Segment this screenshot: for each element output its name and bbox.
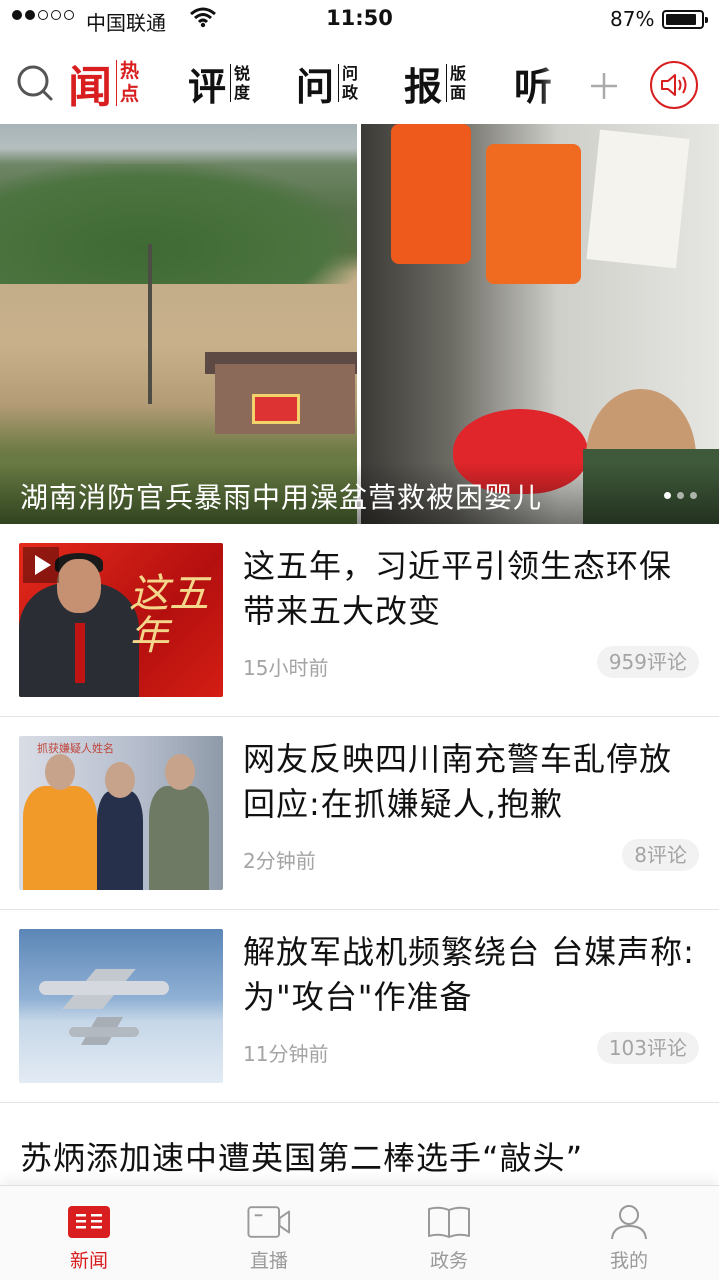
news-time: 15小时前 <box>243 656 329 680</box>
status-bar: 中国联通 11:50 87% <box>0 0 719 40</box>
tab-live[interactable]: 直播 <box>209 1186 329 1280</box>
tab-politics-sublabel: 问政 <box>338 64 358 102</box>
tab-news[interactable]: 新闻 <box>29 1186 149 1280</box>
news-thumbnail <box>19 929 223 1083</box>
pager-dot <box>677 492 684 499</box>
tab-newspaper[interactable]: 报 版面 <box>404 56 466 110</box>
speaker-icon <box>661 74 687 96</box>
tab-me[interactable]: 我的 <box>569 1186 689 1280</box>
news-title: 网友反映四川南充警车乱停放回应:在抓嫌疑人,抱歉 <box>243 740 673 823</box>
tab-government[interactable]: 政务 <box>389 1186 509 1280</box>
battery-percentage: 87% <box>610 7 655 31</box>
news-item[interactable]: 解放军战机频繁绕台 台媒声称:为"攻台"作准备 11分钟前 103评论 <box>0 910 719 1103</box>
tab-politics[interactable]: 问 问政 <box>296 56 358 110</box>
bottom-tab-bar: 新闻 直播 政务 我的 <box>0 1185 719 1280</box>
audio-button[interactable] <box>650 61 698 109</box>
carousel-pager <box>664 492 697 499</box>
thumbnail-banner: 抓获嫌疑人姓名 <box>37 742 114 755</box>
pager-dot <box>690 492 697 499</box>
tab-commentary[interactable]: 评 锐度 <box>188 56 250 110</box>
news-icon <box>67 1204 111 1240</box>
pager-dot <box>664 492 671 499</box>
thumbnail-calligraphy: 这五年 <box>129 571 209 659</box>
tab-hot-label: 闻 <box>68 62 112 113</box>
news-item[interactable]: 这五年 这五年，习近平引领生态环保带来五大改变 15小时前 959评论 <box>0 524 719 717</box>
news-title-partial[interactable]: 苏炳添加速中遭英国第二棒选手“敲头” <box>20 1133 710 1179</box>
comment-count[interactable]: 103评论 <box>596 1032 699 1064</box>
tab-live-label: 直播 <box>249 1250 288 1272</box>
add-channel-icon[interactable] <box>588 70 620 102</box>
tab-hot-sublabel: 热点 <box>116 60 139 106</box>
video-camera-icon <box>247 1204 291 1240</box>
tab-newspaper-label: 报 <box>404 63 443 109</box>
tab-newspaper-sublabel: 版面 <box>446 64 466 102</box>
user-icon <box>607 1204 651 1240</box>
hero-carousel[interactable]: 湖南消防官兵暴雨中用澡盆营救被困婴儿 <box>0 124 719 524</box>
channel-nav: 闻 热点 评 锐度 问 问政 报 版面 听 <box>0 40 719 124</box>
tab-news-label: 新闻 <box>69 1250 108 1272</box>
tab-government-label: 政务 <box>429 1250 468 1272</box>
search-icon[interactable] <box>16 64 54 102</box>
play-icon <box>23 547 59 583</box>
comment-count[interactable]: 959评论 <box>596 646 699 678</box>
tab-commentary-label: 评 <box>188 63 227 109</box>
news-item[interactable]: 抓获嫌疑人姓名 网友反映四川南充警车乱停放回应:在抓嫌疑人,抱歉 2分钟前 8评… <box>0 717 719 910</box>
book-icon <box>427 1204 471 1240</box>
tab-hot[interactable]: 闻 热点 <box>68 56 139 113</box>
hero-caption[interactable]: 湖南消防官兵暴雨中用澡盆营救被困婴儿 <box>20 476 542 516</box>
news-time: 2分钟前 <box>243 849 316 873</box>
news-thumbnail: 这五年 <box>19 543 223 697</box>
news-title: 解放军战机频繁绕台 台媒声称:为"攻台"作准备 <box>243 933 695 1016</box>
tab-commentary-sublabel: 锐度 <box>230 64 250 102</box>
tab-me-label: 我的 <box>609 1250 648 1272</box>
comment-count[interactable]: 8评论 <box>622 839 699 871</box>
news-time: 11分钟前 <box>243 1042 329 1066</box>
news-thumbnail: 抓获嫌疑人姓名 <box>19 736 223 890</box>
news-title: 这五年，习近平引领生态环保带来五大改变 <box>243 547 673 630</box>
tab-politics-label: 问 <box>296 63 335 109</box>
battery-icon <box>662 10 708 29</box>
nav-fade <box>540 50 578 116</box>
